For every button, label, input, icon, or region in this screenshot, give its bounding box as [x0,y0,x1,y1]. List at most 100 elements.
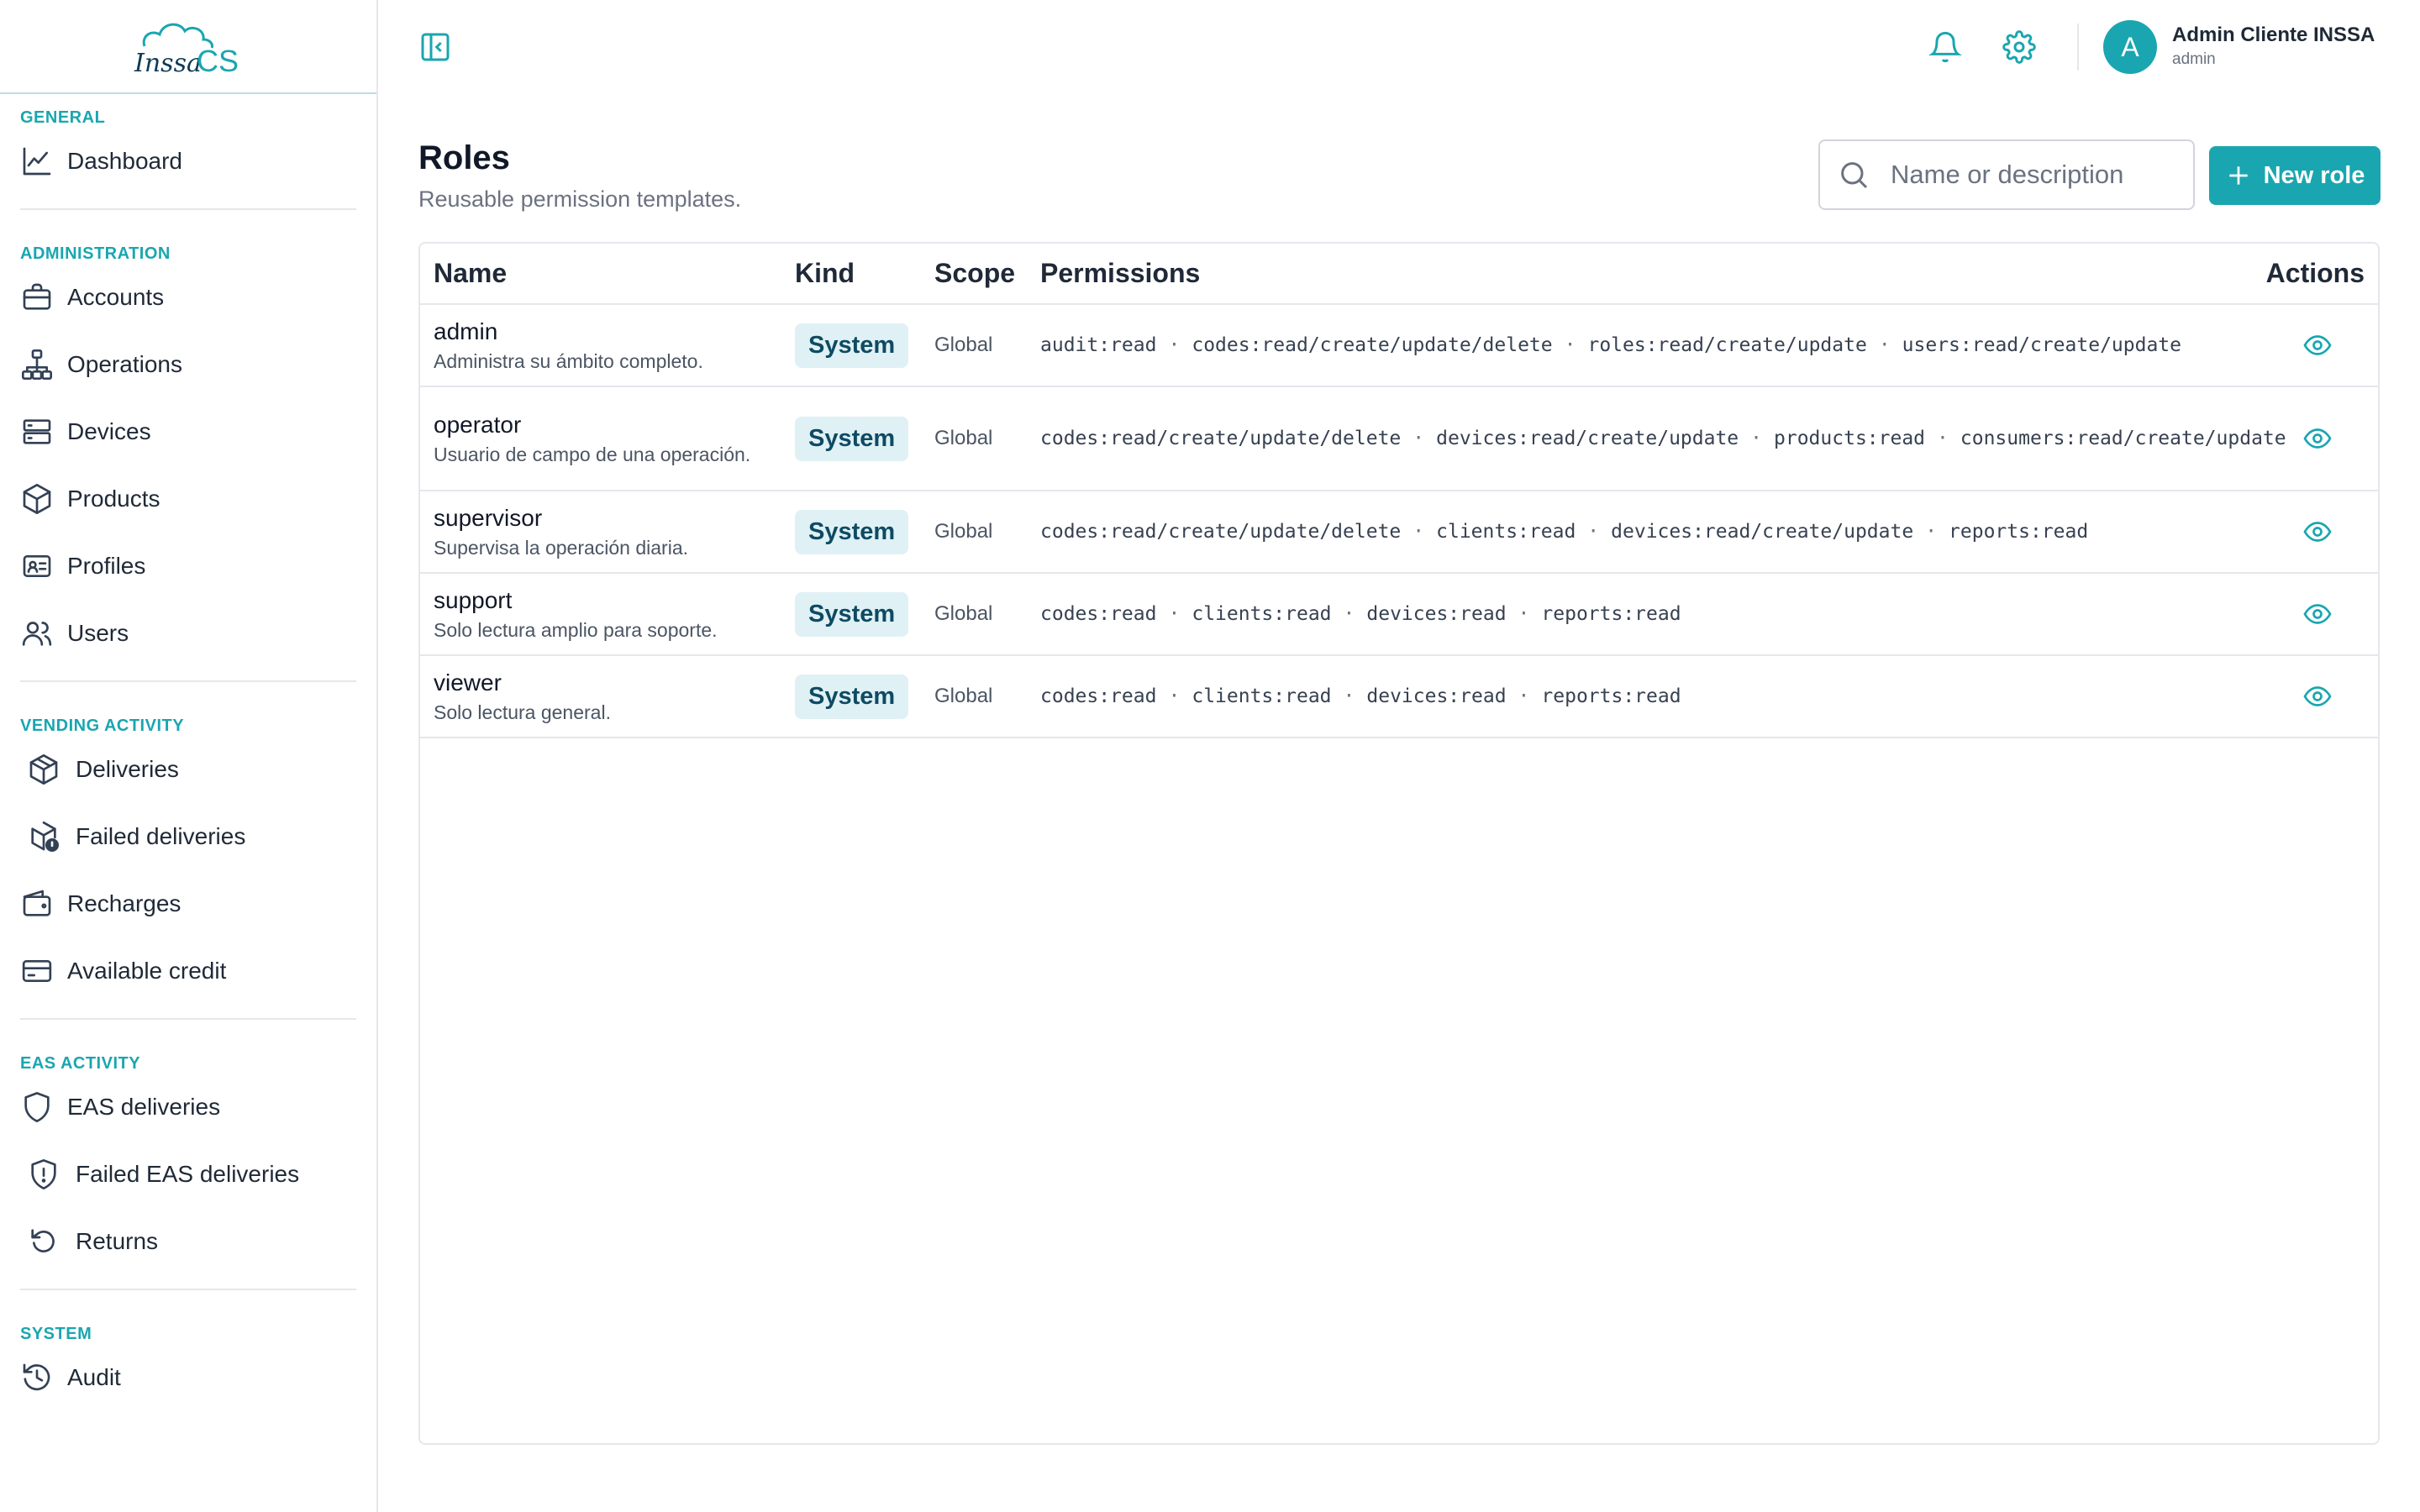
sidebar-item-label: Audit [67,1364,121,1390]
permission-separator: · [1413,428,1425,449]
kind-badge: System [795,416,909,461]
cube-icon [23,484,51,514]
roles-table-card: Name Kind Scope Permissions Actions admi… [418,242,2380,1445]
logo-area: Inssa CS [0,0,376,94]
column-header-scope[interactable]: Scope [921,244,1027,305]
permission-item: clients:read [1436,521,1576,543]
sidebar-item-users[interactable]: Users [20,600,356,667]
permission-separator: · [1564,334,1576,356]
sidebar-item-label: Recharges [67,890,182,916]
kind-badge: System [795,323,909,368]
new-role-button[interactable]: New role [2209,146,2381,205]
sidebar-item-eas-deliveries[interactable]: EAS deliveries [20,1074,356,1141]
history-icon [23,1363,50,1391]
table-row[interactable]: operator Usuario de campo de una operaci… [420,386,2378,491]
view-eye-icon[interactable] [2302,681,2333,711]
sidebar-item-profiles[interactable]: Profiles [20,533,356,600]
sidebar-nav: GENERAL Dashboard ADMINISTRATION Account… [0,94,376,1411]
sidebar-section: EAS ACTIVITY EAS deliveries Failed EAS d… [0,1040,376,1275]
role-description: Administra su ámbito completo. [434,349,703,372]
sidebar-item-failed-eas-deliveries[interactable]: Failed EAS deliveries [20,1141,356,1208]
new-role-label: New role [2263,161,2365,189]
role-name[interactable]: operator [434,412,781,438]
permission-separator: · [1518,685,1530,707]
kind-badge: System [795,591,909,637]
role-scope-cell: Global [921,304,1027,387]
permission-separator: · [1168,685,1181,707]
user-name[interactable]: Admin Cliente INSSA [2172,24,2375,47]
search-input[interactable] [1891,160,2176,190]
role-description: Solo lectura general. [434,701,611,723]
column-header-permissions: Permissions [1027,244,2244,305]
role-name[interactable]: admin [434,318,781,345]
column-header-name[interactable]: Name [420,244,781,305]
role-name[interactable]: support [434,587,781,614]
sidebar-item-label: Dashboard [67,148,182,174]
column-header-kind[interactable]: Kind [781,244,921,305]
permission-separator: · [1587,521,1600,543]
sidebar-toggle-icon[interactable] [418,30,452,64]
topbar: A Admin Cliente INSSA admin [380,0,2420,94]
view-eye-icon[interactable] [2302,330,2333,360]
role-kind-cell: System [781,491,921,574]
table-body: admin Administra su ámbito completo. Sys… [420,304,2378,738]
actions-cell [2244,573,2378,656]
sidebar-item-returns[interactable]: Returns [20,1208,356,1275]
permission-item: devices:read [1366,685,1507,707]
wallet-icon [23,890,51,916]
sidebar-item-label: Failed EAS deliveries [76,1161,300,1187]
role-name[interactable]: supervisor [434,505,781,532]
topbar-divider [2077,24,2079,71]
sidebar-section: SYSTEM Audit [0,1310,376,1411]
rotate-ccw-icon [31,1229,55,1252]
role-name-cell: admin Administra su ámbito completo. [420,304,781,387]
sidebar-item-label: Devices [67,418,151,444]
role-name-cell: viewer Solo lectura general. [420,655,781,738]
sidebar-item-recharges[interactable]: Recharges [20,870,356,937]
permission-item: codes:read/create/update/delete [1192,334,1553,356]
sidebar-item-available-credit[interactable]: Available credit [20,937,356,1005]
role-name[interactable]: viewer [434,669,781,696]
sidebar-item-devices[interactable]: Devices [20,398,356,465]
view-eye-icon[interactable] [2302,423,2333,454]
permission-item: consumers:read/create/update [1960,428,2286,449]
gear-icon[interactable] [2002,30,2036,64]
logo[interactable]: Inssa CS [133,16,244,76]
bell-icon[interactable] [1928,30,1962,64]
permission-separator: · [1168,334,1181,356]
sidebar-item-label: Deliveries [76,756,179,782]
scope-value: Global [934,602,993,625]
table-row[interactable]: supervisor Supervisa la operación diaria… [420,491,2378,574]
sidebar-section-heading: SYSTEM [20,1325,92,1343]
table-row[interactable]: viewer Solo lectura general. System Glob… [420,655,2378,738]
svg-text:Inssa: Inssa [134,49,202,76]
permissions-cell: codes:read · clients:read · devices:read · rep… [1027,655,2244,738]
view-eye-icon[interactable] [2302,517,2333,547]
chart-line-icon [23,147,51,176]
scope-value: Global [934,520,993,543]
sidebar-item-deliveries[interactable]: Deliveries [20,736,356,803]
avatar[interactable]: A [2103,20,2157,74]
shield-icon [24,1092,50,1122]
search-box [1818,139,2195,210]
sidebar-item-audit[interactable]: Audit [20,1344,356,1411]
role-name-cell: supervisor Supervisa la operación diaria… [420,491,781,574]
sidebar-item-label: Profiles [67,553,146,579]
sidebar-item-failed-deliveries[interactable]: Failed deliveries [20,803,356,870]
svg-text:CS: CS [197,44,239,76]
sidebar-item-products[interactable]: Products [20,465,356,533]
permission-item: users:read/create/update [1902,334,2182,356]
sidebar-divider [20,1018,356,1020]
role-kind-cell: System [781,304,921,387]
sidebar-item-dashboard[interactable]: Dashboard [20,128,356,195]
view-eye-icon[interactable] [2302,599,2333,629]
sidebar: Inssa CS GENERAL Dashboard ADMINISTRATIO… [0,0,378,1512]
sidebar-item-label: Accounts [67,284,165,310]
sidebar-item-operations[interactable]: Operations [20,331,356,398]
table-row[interactable]: support Solo lectura amplio para soporte… [420,573,2378,656]
role-description: Supervisa la operación diaria. [434,536,689,559]
sidebar-item-accounts[interactable]: Accounts [20,264,356,331]
role-scope-cell: Global [921,386,1027,491]
role-name-cell: operator Usuario de campo de una operaci… [420,386,781,491]
table-row[interactable]: admin Administra su ámbito completo. Sys… [420,304,2378,387]
